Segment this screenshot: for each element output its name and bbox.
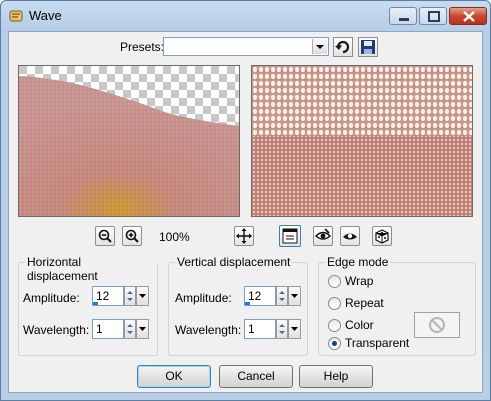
wrap-radio[interactable] — [328, 275, 341, 288]
transparent-label: Transparent — [345, 336, 410, 350]
vertical-wavelength-field[interactable]: 1 — [244, 319, 301, 339]
vertical-displacement-title: Vertical displacement — [175, 255, 293, 269]
vertical-amplitude-slider-popup[interactable] — [288, 286, 301, 306]
app-icon — [9, 10, 23, 22]
horizontal-amplitude-field[interactable]: 12 — [92, 286, 149, 306]
randomize-button[interactable] — [372, 226, 392, 246]
horizontal-wavelength-input[interactable]: 1 — [92, 319, 124, 339]
chevron-down-icon — [291, 327, 298, 331]
amplitude-slider-indicator — [245, 302, 250, 305]
presets-dropdown[interactable] — [163, 37, 329, 56]
zoom-out-icon — [98, 229, 112, 243]
chevron-down-icon — [139, 294, 146, 298]
window-title: Wave — [29, 8, 62, 23]
vertical-displacement-group: Vertical displacement Amplitude: 12 Wave… — [168, 255, 308, 356]
spin-updown-icon — [279, 324, 285, 334]
pan-button[interactable] — [234, 226, 254, 246]
close-button[interactable] — [449, 7, 487, 25]
horizontal-wavelength-label: Wavelength: — [23, 323, 90, 337]
vertical-wavelength-spinner[interactable] — [276, 319, 288, 339]
color-label: Color — [345, 318, 374, 332]
horizontal-amplitude-label: Amplitude: — [23, 291, 80, 305]
zoom-in-button[interactable] — [122, 226, 142, 246]
zoom-in-icon — [125, 229, 139, 243]
transparent-radio[interactable] — [328, 337, 341, 350]
dialog-client-area: Presets: 100% Horizontal displacement Am… — [8, 31, 483, 393]
amplitude-slider-indicator — [93, 302, 98, 305]
chevron-down-icon — [139, 327, 146, 331]
vertical-wavelength-input[interactable]: 1 — [244, 319, 276, 339]
repeat-label: Repeat — [345, 296, 384, 310]
horizontal-wavelength-spinner[interactable] — [124, 319, 136, 339]
horizontal-amplitude-slider-popup[interactable] — [136, 286, 149, 306]
maximize-icon — [428, 11, 440, 22]
minimize-button[interactable] — [389, 7, 417, 25]
save-disk-icon — [361, 40, 375, 54]
wrap-label: Wrap — [345, 274, 374, 288]
chevron-down-icon — [291, 294, 298, 298]
no-color-icon — [429, 317, 445, 333]
presets-label: Presets: — [120, 40, 165, 54]
proof-toggle-button[interactable] — [279, 225, 301, 247]
horizontal-displacement-title: Horizontal displacement — [25, 255, 157, 283]
horizontal-displacement-group: Horizontal displacement Amplitude: 12 Wa… — [18, 255, 158, 356]
vertical-amplitude-label: Amplitude: — [175, 291, 232, 305]
color-radio[interactable] — [328, 319, 341, 332]
save-preset-button[interactable] — [358, 37, 378, 57]
auto-proof-eye-icon — [314, 228, 332, 240]
eye-icon — [343, 233, 357, 240]
result-preview[interactable] — [251, 65, 473, 217]
original-preview[interactable] — [18, 65, 240, 217]
reset-arrow-icon — [335, 40, 350, 54]
horizontal-amplitude-spinner[interactable] — [124, 286, 136, 306]
vertical-wavelength-label: Wavelength: — [175, 323, 242, 337]
zoom-out-button[interactable] — [95, 226, 115, 246]
spin-updown-icon — [127, 291, 133, 301]
edge-mode-group: Edge mode Wrap Repeat Color Transparent — [318, 255, 476, 356]
zoom-level: 100% — [159, 230, 190, 244]
move-arrows-icon — [236, 228, 252, 244]
ok-button[interactable]: OK — [137, 365, 211, 388]
help-button[interactable]: Help — [299, 365, 373, 388]
vertical-wavelength-slider-popup[interactable] — [288, 319, 301, 339]
cancel-button[interactable]: Cancel — [219, 365, 293, 388]
spin-updown-icon — [279, 291, 285, 301]
auto-proof-button[interactable] — [313, 226, 333, 246]
close-icon — [463, 11, 475, 22]
preview-window-icon — [282, 228, 298, 244]
repeat-radio[interactable] — [328, 297, 341, 310]
reset-preset-button[interactable] — [333, 37, 353, 57]
proof-once-button[interactable] — [340, 226, 360, 246]
horizontal-wavelength-slider-popup[interactable] — [136, 319, 149, 339]
original-preview-image — [19, 66, 239, 216]
horizontal-wavelength-field[interactable]: 1 — [92, 319, 149, 339]
result-preview-image — [252, 66, 472, 216]
dice-icon — [375, 229, 389, 244]
maximize-button[interactable] — [419, 7, 447, 25]
minimize-icon — [399, 18, 409, 21]
chevron-down-icon[interactable] — [312, 39, 327, 54]
spin-updown-icon — [127, 324, 133, 334]
vertical-amplitude-spinner[interactable] — [276, 286, 288, 306]
edge-mode-title: Edge mode — [325, 255, 391, 269]
wave-dialog: Wave Presets: 100% Horizontal displaceme… — [0, 0, 491, 401]
edge-color-swatch[interactable] — [414, 312, 460, 338]
title-bar[interactable]: Wave — [1, 1, 490, 31]
vertical-amplitude-field[interactable]: 12 — [244, 286, 301, 306]
